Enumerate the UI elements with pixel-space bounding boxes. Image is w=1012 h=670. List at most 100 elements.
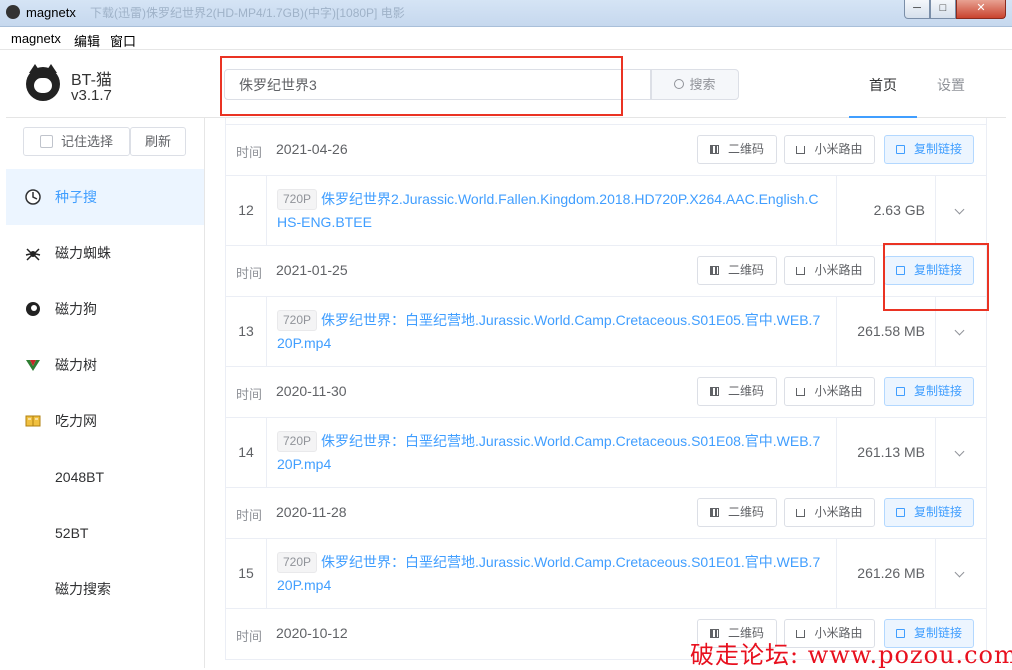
- menu-item-magnetx[interactable]: magnetx: [11, 31, 61, 46]
- copy-icon: [895, 145, 905, 154]
- copy-link-button[interactable]: 复制链接: [884, 498, 974, 527]
- xiaomi-router-button[interactable]: 小米路由: [784, 377, 875, 406]
- qr-code-icon: [709, 266, 719, 275]
- qr-code-button[interactable]: 二维码: [697, 256, 777, 285]
- result-title[interactable]: 侏罗纪世界2.Jurassic.World.Fallen.Kingdom.201…: [277, 191, 819, 230]
- result-size: 261.58 MB: [836, 297, 936, 366]
- result-name[interactable]: 720P 侏罗纪世界：白垩纪营地.Jurassic.World.Camp.Cret…: [277, 430, 827, 476]
- result-file-row[interactable]: 14 720P 侏罗纪世界：白垩纪营地.Jurassic.World.Camp.C…: [226, 418, 986, 488]
- spider-icon: [25, 248, 41, 261]
- results-panel: 时间 2021-04-26 二维码 小米路由 复制链接 12 720P 侏罗纪世界…: [205, 118, 1012, 668]
- xiaomi-router-button[interactable]: 小米路由: [784, 498, 875, 527]
- result-file-row[interactable]: 13 720P 侏罗纪世界：白垩纪营地.Jurassic.World.Camp.C…: [226, 297, 986, 367]
- remember-selection-checkbox[interactable]: 记住选择: [23, 127, 130, 156]
- sidebar-item-seed-search[interactable]: 种子搜: [6, 169, 204, 225]
- search-button[interactable]: 搜索: [651, 69, 739, 100]
- xiaomi-router-label: 小米路由: [814, 263, 863, 277]
- result-name[interactable]: 720P 侏罗纪世界：白垩纪营地.Jurassic.World.Camp.Cret…: [277, 309, 827, 355]
- search-field[interactable]: [224, 69, 651, 100]
- sidebar-item-label: 磁力搜索: [55, 581, 111, 597]
- sidebar-item-magnet-dog[interactable]: 磁力狗: [6, 281, 204, 337]
- copy-icon: [895, 508, 905, 517]
- sidebar: 记住选择 刷新 种子搜 磁力蜘蛛 磁力狗 磁力树 吃力网 2048BT 52BT…: [6, 118, 205, 668]
- sidebar-item-label: 磁力狗: [55, 301, 97, 317]
- copy-link-button[interactable]: 复制链接: [884, 135, 974, 164]
- time-label: 时间: [236, 508, 263, 523]
- window-titlebar: magnetx 下载(迅雷)侏罗纪世界2(HD-MP4/1.7GB)(中字)[1…: [0, 0, 1012, 27]
- sidebar-item-magnet-tree[interactable]: 磁力树: [6, 337, 204, 393]
- tab-settings[interactable]: 设置: [926, 50, 976, 116]
- qr-code-label: 二维码: [727, 142, 764, 156]
- qr-code-icon: [709, 145, 719, 154]
- minimize-button[interactable]: ─: [904, 0, 930, 19]
- xiaomi-router-label: 小米路由: [814, 505, 863, 519]
- result-date-row: 时间 2020-11-30 二维码 小米路由 复制链接: [226, 367, 986, 418]
- menubar: magnetx 编辑 窗口: [0, 27, 1012, 50]
- result-size: 261.13 MB: [836, 418, 936, 487]
- qr-code-label: 二维码: [727, 263, 764, 277]
- qr-code-icon: [709, 508, 719, 517]
- sidebar-item-label: 2048BT: [55, 469, 105, 485]
- sidebar-item-chili-net[interactable]: 吃力网: [6, 393, 204, 449]
- close-button[interactable]: ✕: [956, 0, 1006, 19]
- tab-home[interactable]: 首页: [849, 50, 917, 118]
- app-icon: [6, 5, 20, 19]
- resolution-tag: 720P: [277, 431, 318, 452]
- xiaomi-router-button[interactable]: 小米路由: [784, 256, 875, 285]
- result-index: 14: [226, 418, 267, 487]
- copy-link-button[interactable]: 复制链接: [884, 377, 974, 406]
- result-index: 13: [226, 297, 267, 366]
- time-label: 时间: [236, 145, 263, 160]
- result-title[interactable]: 侏罗纪世界：白垩纪营地.Jurassic.World.Camp.Cretaceo…: [277, 554, 820, 593]
- sidebar-item-label: 吃力网: [55, 413, 97, 429]
- result-file-row[interactable]: 15 720P 侏罗纪世界：白垩纪营地.Jurassic.World.Camp.C…: [226, 539, 986, 609]
- time-label: 时间: [236, 387, 263, 402]
- router-icon: [796, 267, 806, 275]
- chevron-down-icon[interactable]: [954, 325, 965, 336]
- sidebar-item-2048bt[interactable]: 2048BT: [6, 449, 204, 505]
- search-input[interactable]: [225, 70, 650, 99]
- refresh-button[interactable]: 刷新: [130, 127, 186, 156]
- sidebar-item-magnet-spider[interactable]: 磁力蜘蛛: [6, 225, 204, 281]
- result-index: 12: [226, 176, 267, 245]
- chevron-down-icon[interactable]: [954, 204, 965, 215]
- sidebar-item-magnet-search[interactable]: 磁力搜索: [6, 561, 204, 617]
- result-date-row: 时间 2021-04-26 二维码 小米路由 复制链接: [226, 125, 986, 176]
- sidebar-item-label: 52BT: [55, 525, 89, 541]
- router-icon: [796, 146, 806, 154]
- window-ghost-title: 下载(迅雷)侏罗纪世界2(HD-MP4/1.7GB)(中字)[1080P] 电影: [90, 6, 405, 20]
- result-date-row: 时间 2021-01-25 二维码 小米路由 复制链接: [226, 246, 986, 297]
- seed-search-icon: [25, 189, 41, 205]
- result-date: 2020-10-12: [276, 625, 348, 641]
- copy-link-button[interactable]: 复制链接: [884, 256, 974, 285]
- xiaomi-router-label: 小米路由: [814, 142, 863, 156]
- result-file-row[interactable]: 12 720P 侏罗纪世界2.Jurassic.World.Fallen.King…: [226, 176, 986, 246]
- qr-code-label: 二维码: [727, 384, 764, 398]
- dog-icon: [26, 302, 40, 316]
- remember-selection-label: 记住选择: [60, 134, 113, 149]
- sidebar-item-52bt[interactable]: 52BT: [6, 505, 204, 561]
- brand-version: v3.1.7: [71, 87, 112, 104]
- result-title[interactable]: 侏罗纪世界：白垩纪营地.Jurassic.World.Camp.Cretaceo…: [277, 433, 820, 472]
- chevron-down-icon[interactable]: [954, 567, 965, 578]
- result-name[interactable]: 720P 侏罗纪世界2.Jurassic.World.Fallen.Kingdom…: [277, 188, 827, 234]
- search-button-label: 搜索: [689, 77, 716, 92]
- xiaomi-router-button[interactable]: 小米路由: [784, 135, 875, 164]
- copy-link-label: 复制链接: [913, 505, 962, 519]
- qr-code-button[interactable]: 二维码: [697, 377, 777, 406]
- time-label: 时间: [236, 266, 263, 281]
- sidebar-item-label: 种子搜: [55, 189, 97, 205]
- qr-code-button[interactable]: 二维码: [697, 498, 777, 527]
- qr-code-icon: [709, 387, 719, 396]
- menu-item-edit[interactable]: 编辑: [74, 31, 100, 50]
- result-name[interactable]: 720P 侏罗纪世界：白垩纪营地.Jurassic.World.Camp.Cret…: [277, 551, 827, 597]
- qr-code-button[interactable]: 二维码: [697, 135, 777, 164]
- result-date: 2020-11-30: [276, 383, 347, 399]
- result-title[interactable]: 侏罗纪世界：白垩纪营地.Jurassic.World.Camp.Cretaceo…: [277, 312, 820, 351]
- result-size: 261.26 MB: [836, 539, 936, 608]
- maximize-button[interactable]: □: [930, 0, 956, 19]
- chevron-down-icon[interactable]: [954, 446, 965, 457]
- copy-link-label: 复制链接: [913, 263, 962, 277]
- menu-item-window[interactable]: 窗口: [110, 31, 136, 50]
- sidebar-item-label: 磁力树: [55, 357, 97, 373]
